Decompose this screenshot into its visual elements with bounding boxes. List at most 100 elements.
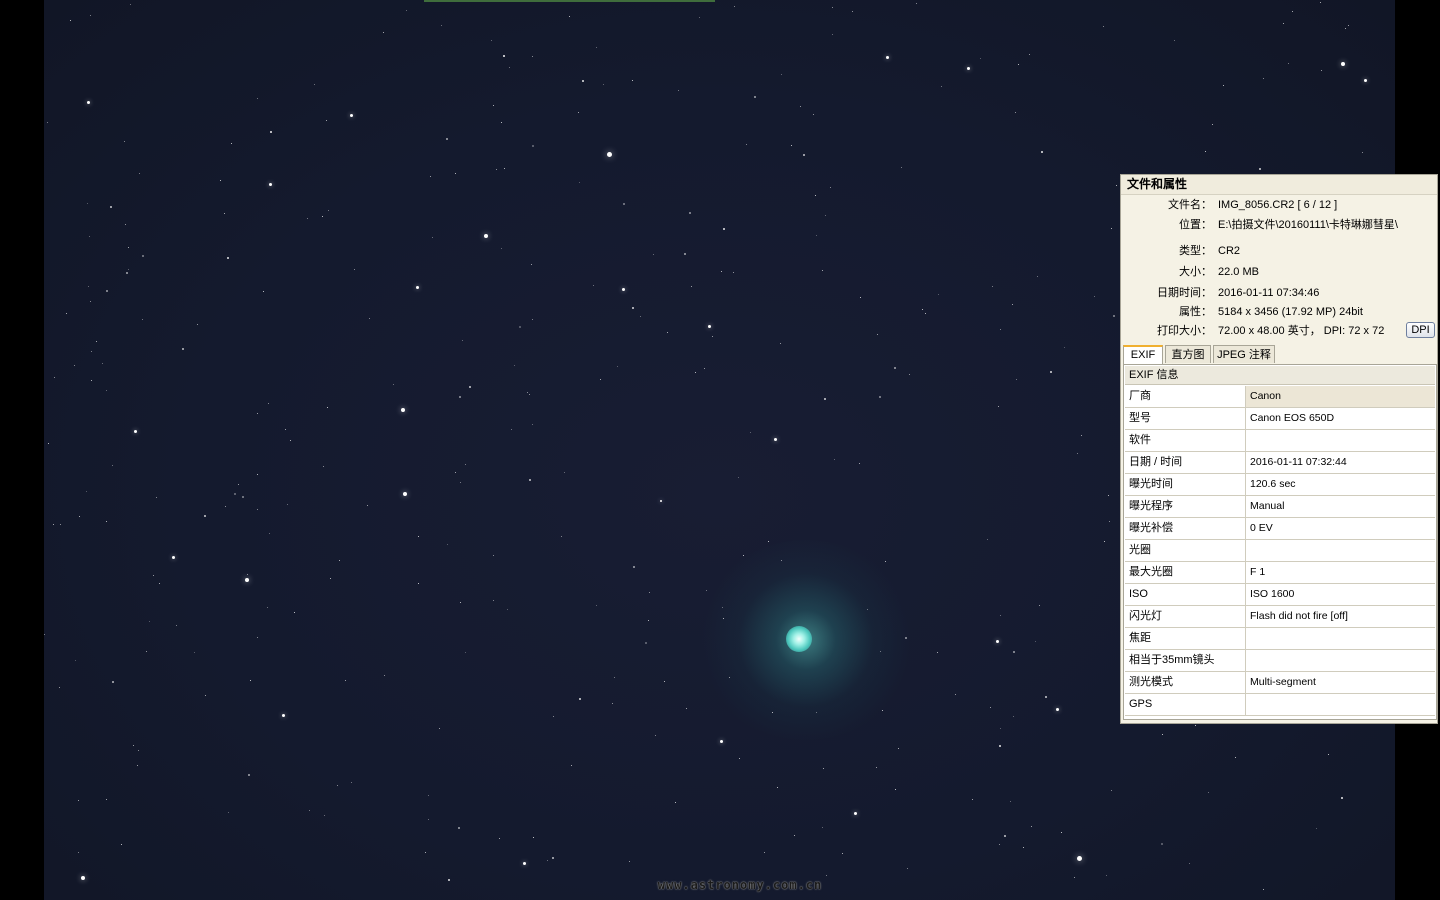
exif-row[interactable]: 曝光补偿 0 EV bbox=[1125, 518, 1435, 540]
exif-row[interactable]: 最大光圈 F 1 bbox=[1125, 562, 1435, 584]
star bbox=[257, 98, 258, 99]
exif-row[interactable]: 闪光灯 Flash did not fire [off] bbox=[1125, 606, 1435, 628]
star bbox=[60, 524, 61, 525]
exif-value: ISO 1600 bbox=[1250, 588, 1295, 600]
dpi-button[interactable]: DPI bbox=[1406, 322, 1435, 338]
star bbox=[1161, 843, 1163, 845]
star bbox=[612, 703, 613, 704]
exif-value: 0 EV bbox=[1250, 522, 1273, 534]
exif-table: EXIF 信息 厂商 Canon 型号 Canon EOS 650D 软件 日期 / 时间… bbox=[1123, 364, 1437, 720]
star bbox=[110, 206, 112, 208]
star bbox=[743, 555, 744, 556]
star bbox=[569, 16, 570, 17]
star bbox=[146, 651, 147, 652]
star bbox=[768, 541, 769, 542]
exif-value: Multi-segment bbox=[1250, 676, 1316, 688]
star bbox=[823, 768, 824, 769]
star bbox=[197, 324, 198, 325]
top-edge-strip bbox=[424, 0, 715, 2]
exif-row[interactable]: ISO ISO 1600 bbox=[1125, 584, 1435, 606]
star bbox=[649, 592, 650, 593]
star bbox=[514, 365, 515, 366]
star bbox=[1109, 521, 1110, 522]
star bbox=[640, 316, 641, 317]
star bbox=[1077, 856, 1082, 861]
star bbox=[90, 301, 91, 302]
star bbox=[571, 765, 572, 766]
star bbox=[999, 745, 1001, 747]
tab-histogram[interactable]: 直方图 bbox=[1165, 345, 1211, 363]
star bbox=[987, 539, 988, 540]
star bbox=[499, 838, 500, 839]
star bbox=[418, 583, 419, 584]
star bbox=[739, 758, 740, 759]
star bbox=[269, 533, 270, 534]
tab-jpeg-comment[interactable]: JPEG 注释 bbox=[1213, 345, 1275, 363]
exif-row[interactable]: 型号 Canon EOS 650D bbox=[1125, 408, 1435, 430]
star bbox=[1321, 70, 1322, 71]
star bbox=[44, 634, 45, 635]
star bbox=[907, 868, 908, 869]
star bbox=[503, 55, 505, 57]
star bbox=[600, 379, 601, 380]
star bbox=[493, 555, 494, 556]
star bbox=[1081, 435, 1082, 436]
star bbox=[622, 288, 625, 291]
prop-value: 5184 x 3456 (17.92 MP) 24bit bbox=[1218, 306, 1363, 318]
star bbox=[886, 56, 889, 59]
star bbox=[267, 607, 268, 608]
exif-table-title: EXIF 信息 bbox=[1125, 366, 1435, 385]
star bbox=[955, 694, 956, 695]
star bbox=[1113, 315, 1115, 317]
star bbox=[128, 247, 129, 248]
star bbox=[1362, 152, 1363, 153]
star bbox=[1010, 801, 1011, 802]
star bbox=[455, 173, 456, 174]
star bbox=[764, 852, 765, 853]
star bbox=[1016, 379, 1017, 380]
exif-row[interactable]: 相当于35mm镜头 bbox=[1125, 650, 1435, 672]
star bbox=[142, 255, 144, 257]
star bbox=[754, 96, 756, 98]
star bbox=[294, 612, 295, 613]
exif-key: 型号 bbox=[1125, 408, 1246, 429]
star bbox=[322, 216, 323, 217]
star bbox=[1283, 23, 1284, 24]
star bbox=[112, 465, 113, 466]
star bbox=[750, 432, 751, 433]
star bbox=[1000, 615, 1001, 616]
star bbox=[509, 67, 510, 68]
prop-size: 大小： 22.0 MB bbox=[1121, 263, 1437, 281]
star bbox=[603, 84, 604, 85]
star bbox=[1004, 835, 1006, 837]
exif-row[interactable]: 光圈 bbox=[1125, 540, 1435, 562]
exif-row[interactable]: 测光模式 Multi-segment bbox=[1125, 672, 1435, 694]
star bbox=[832, 34, 833, 35]
star bbox=[860, 297, 861, 298]
star bbox=[532, 424, 533, 425]
star bbox=[125, 224, 126, 225]
star bbox=[81, 876, 85, 880]
panel-title: 文件和属性 bbox=[1121, 175, 1437, 195]
star bbox=[447, 544, 448, 545]
exif-row[interactable]: 曝光程序 Manual bbox=[1125, 496, 1435, 518]
star bbox=[967, 67, 970, 70]
star bbox=[1037, 276, 1038, 277]
star bbox=[660, 500, 662, 502]
exif-row[interactable]: 日期 / 时间 2016-01-11 07:32:44 bbox=[1125, 452, 1435, 474]
star bbox=[905, 637, 907, 639]
exif-row[interactable]: 软件 bbox=[1125, 430, 1435, 452]
exif-row[interactable]: GPS bbox=[1125, 694, 1435, 716]
star bbox=[632, 307, 634, 309]
star bbox=[326, 120, 327, 121]
star bbox=[330, 578, 331, 579]
star bbox=[1074, 877, 1075, 878]
star bbox=[519, 326, 521, 328]
star bbox=[772, 712, 773, 713]
star bbox=[1328, 754, 1329, 755]
tab-exif[interactable]: EXIF bbox=[1123, 345, 1163, 364]
exif-row[interactable]: 焦距 bbox=[1125, 628, 1435, 650]
exif-row[interactable]: 曝光时间 120.6 sec bbox=[1125, 474, 1435, 496]
exif-row[interactable]: 厂商 Canon bbox=[1125, 386, 1435, 408]
star bbox=[401, 408, 405, 412]
